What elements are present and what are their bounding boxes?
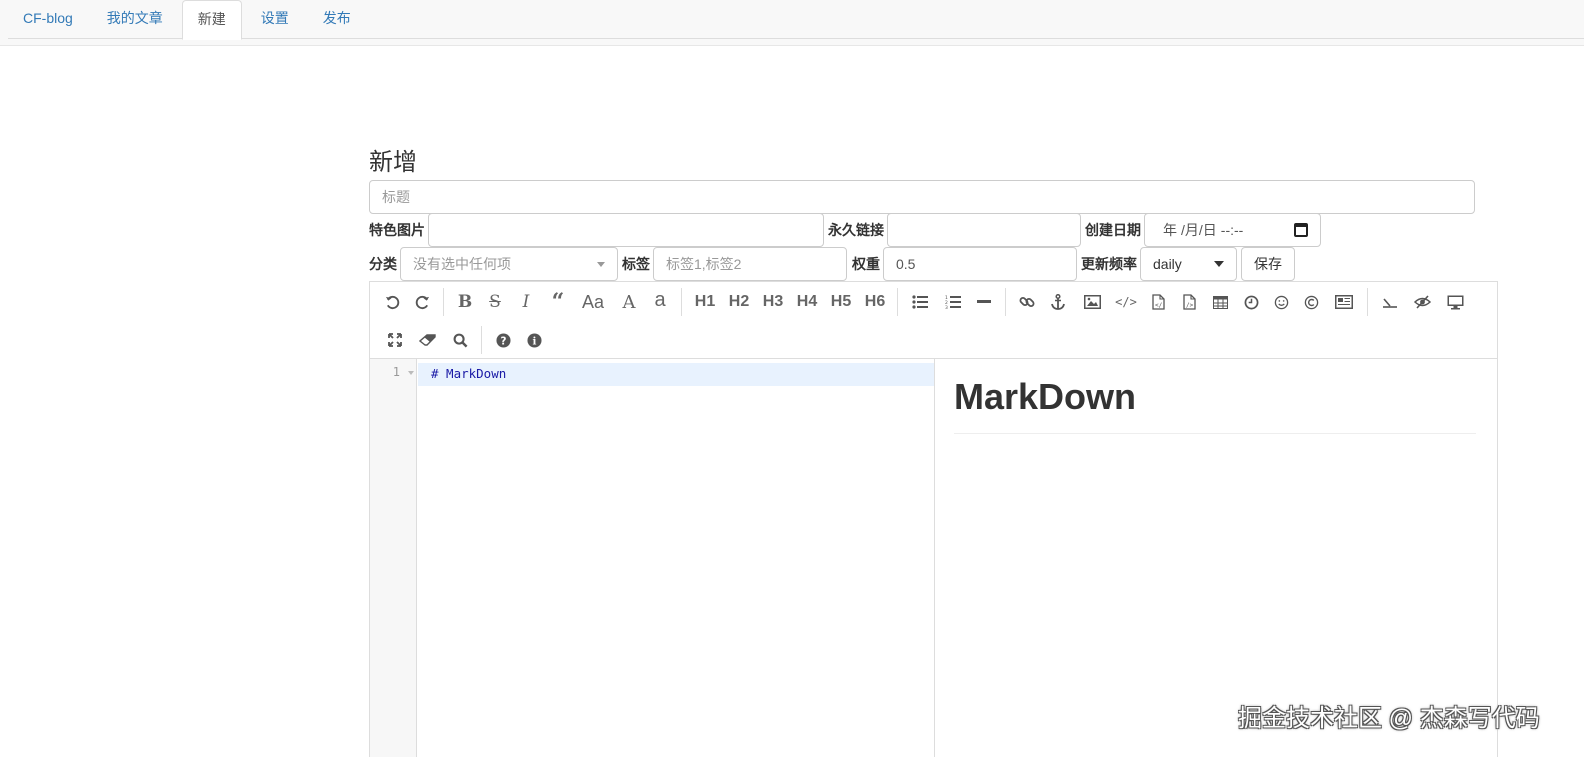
tab-publish[interactable]: 发布 [308,0,366,39]
svg-text:</: </ [1155,302,1163,309]
tags-label: 标签 [622,256,650,272]
top-navbar: CF-blog 我的文章 新建 设置 发布 [0,0,1584,46]
ordered-list-icon[interactable]: 123 [943,287,963,317]
tab-settings[interactable]: 设置 [246,0,304,39]
toolbar-separator [1367,288,1368,316]
chevron-down-icon [1214,261,1224,267]
uppercase-icon[interactable]: Aa [580,287,606,317]
strikethrough-icon[interactable]: S [485,287,505,317]
toolbar-separator [481,326,482,354]
featured-image-label: 特色图片 [369,222,425,238]
clear-icon[interactable] [417,325,439,355]
svg-text:3: 3 [945,305,948,309]
chevron-down-icon [597,261,605,267]
toolbar-separator [681,288,682,316]
date-time: --:-- [1220,222,1244,238]
redo-icon[interactable] [412,287,432,317]
image-icon[interactable] [1082,287,1102,317]
weight-label: 权重 [852,256,880,272]
fullscreen-preview-icon[interactable] [1444,287,1466,317]
italic-icon[interactable]: I [516,287,536,317]
date-month-day: /月/日 [1181,222,1217,238]
line-gutter: 1 [370,359,417,757]
h6-icon[interactable]: H6 [862,287,888,317]
page-title: 新增 [369,149,417,176]
category-label: 分类 [369,256,397,272]
h2-icon[interactable]: H2 [726,287,752,317]
update-freq-label: 更新频率 [1081,256,1137,272]
horizontal-rule-icon[interactable] [974,287,994,317]
update-freq-value: daily [1153,256,1182,272]
first-uppercase-icon[interactable]: A [619,287,639,317]
pagebreak-icon[interactable] [1333,287,1355,317]
calendar-icon[interactable] [1294,223,1308,237]
h1-icon[interactable]: H1 [692,287,718,317]
nav-tabs: CF-blog 我的文章 新建 设置 发布 [8,0,1584,40]
markdown-editor: B S I “ Aa A a H1 H2 H3 H4 H5 H6 123 </>… [369,281,1498,757]
info-icon[interactable]: i [524,325,544,355]
preformatted-icon[interactable]: /> [1180,287,1198,317]
tags-input[interactable] [653,247,847,281]
preview-heading: MarkDown [954,375,1476,434]
category-placeholder: 没有选中任何项 [413,256,511,272]
toolbar-separator [1005,288,1006,316]
lowercase-icon[interactable]: a [650,285,670,315]
toolbar-separator [443,288,444,316]
fold-arrow-icon[interactable] [408,371,414,375]
toolbar-separator [897,288,898,316]
table-icon[interactable] [1210,287,1230,317]
permalink-input[interactable] [887,213,1081,247]
watermark: 掘金技术社区 @ 杰森写代码 [1238,705,1540,732]
fullscreen-icon[interactable] [385,325,405,355]
code-editor-pane[interactable]: # MarkDown [418,359,934,757]
svg-text:/>: /> [1186,302,1194,309]
code-icon[interactable]: </> [1115,287,1137,317]
tab-cf-blog[interactable]: CF-blog [8,0,88,39]
preview-icon[interactable] [1411,287,1433,317]
code-line[interactable]: # MarkDown [431,366,506,381]
undo-icon[interactable] [382,287,402,317]
created-date-input[interactable]: 年 /月/日 --:-- [1144,213,1321,247]
permalink-label: 永久链接 [828,222,884,238]
h3-icon[interactable]: H3 [760,287,786,317]
datetime-icon[interactable] [1241,287,1261,317]
update-freq-select[interactable]: daily [1140,247,1237,281]
html-entities-icon[interactable] [1301,287,1321,317]
emoji-icon[interactable] [1271,287,1291,317]
unordered-list-icon[interactable] [910,287,930,317]
svg-text:?: ? [500,335,506,347]
svg-text:i: i [532,335,536,347]
help-icon[interactable]: ? [493,325,513,355]
quote-icon[interactable]: “ [547,287,569,317]
h5-icon[interactable]: H5 [828,287,854,317]
bold-icon[interactable]: B [455,287,475,317]
weight-input[interactable] [883,247,1077,281]
title-input[interactable] [369,180,1475,214]
created-date-label: 创建日期 [1085,222,1141,238]
h4-icon[interactable]: H4 [794,287,820,317]
editor-toolbar: B S I “ Aa A a H1 H2 H3 H4 H5 H6 123 </>… [370,282,1497,359]
anchor-icon[interactable] [1048,287,1068,317]
date-year: 年 [1163,222,1177,238]
tab-new[interactable]: 新建 [181,0,242,40]
tab-my-articles[interactable]: 我的文章 [92,0,178,39]
featured-image-input[interactable] [428,213,824,247]
watch-icon[interactable] [1379,287,1401,317]
code-block-icon[interactable]: </ [1149,287,1167,317]
search-icon[interactable] [450,325,470,355]
save-button[interactable]: 保存 [1241,247,1295,281]
category-select[interactable]: 没有选中任何项 [400,247,618,281]
link-icon[interactable] [1017,287,1037,317]
line-number: 1 [392,365,400,379]
